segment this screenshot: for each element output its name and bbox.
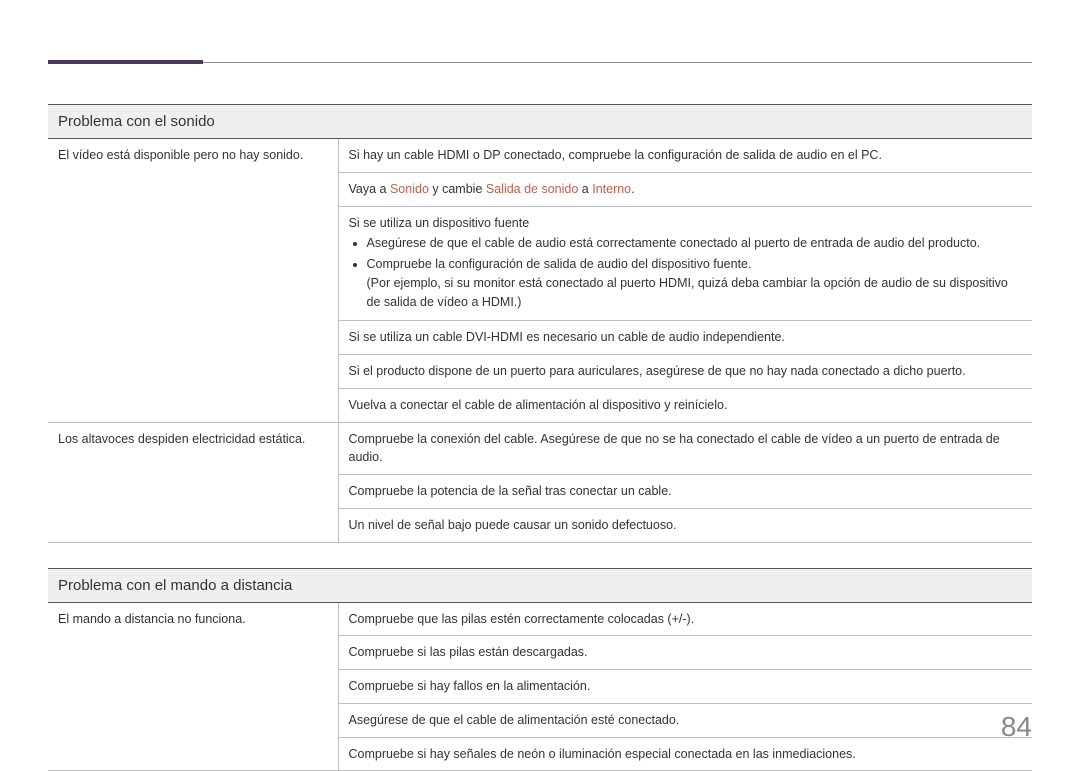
troubleshooting-table: Problema con el sonidoEl vídeo está disp… <box>48 104 1032 771</box>
solution-cell: Vaya a Sonido y cambie Salida de sonido … <box>338 172 1032 206</box>
solution-cell: Asegúrese de que el cable de alimentació… <box>338 703 1032 737</box>
table-row: El mando a distancia no funciona.Comprue… <box>48 602 1032 636</box>
table-row: El vídeo está disponible pero no hay son… <box>48 139 1032 173</box>
troubleshooting-content: Problema con el sonidoEl vídeo está disp… <box>48 104 1032 771</box>
solution-cell: Si el producto dispone de un puerto para… <box>338 355 1032 389</box>
section-header: Problema con el mando a distancia <box>48 568 1032 602</box>
solution-cell: Compruebe si hay fallos en la alimentaci… <box>338 670 1032 704</box>
solution-cell: Un nivel de señal bajo puede causar un s… <box>338 508 1032 542</box>
problem-cell: El vídeo está disponible pero no hay son… <box>48 139 338 423</box>
table-row: Los altavoces despiden electricidad está… <box>48 422 1032 475</box>
solution-cell: Compruebe la potencia de la señal tras c… <box>338 475 1032 509</box>
page-accent-bar <box>48 60 203 64</box>
page-number: 84 <box>1001 711 1032 743</box>
solution-cell: Vuelva a conectar el cable de alimentaci… <box>338 388 1032 422</box>
solution-cell: Compruebe si hay señales de neón o ilumi… <box>338 737 1032 771</box>
problem-cell: Los altavoces despiden electricidad está… <box>48 422 338 542</box>
solution-cell: Si se utiliza un cable DVI-HDMI es neces… <box>338 321 1032 355</box>
solution-cell: Compruebe la conexión del cable. Asegúre… <box>338 422 1032 475</box>
solution-cell: Si hay un cable HDMI o DP conectado, com… <box>338 139 1032 173</box>
solution-cell: Compruebe que las pilas estén correctame… <box>338 602 1032 636</box>
section-header: Problema con el sonido <box>48 105 1032 139</box>
problem-cell: El mando a distancia no funciona. <box>48 602 338 771</box>
bullet-item: Asegúrese de que el cable de audio está … <box>367 234 1023 253</box>
solution-cell: Compruebe si las pilas están descargadas… <box>338 636 1032 670</box>
solution-cell: Si se utiliza un dispositivo fuenteAsegú… <box>338 206 1032 321</box>
solution-bullets: Asegúrese de que el cable de audio está … <box>349 234 1023 311</box>
bullet-item: Compruebe la configuración de salida de … <box>367 255 1023 311</box>
